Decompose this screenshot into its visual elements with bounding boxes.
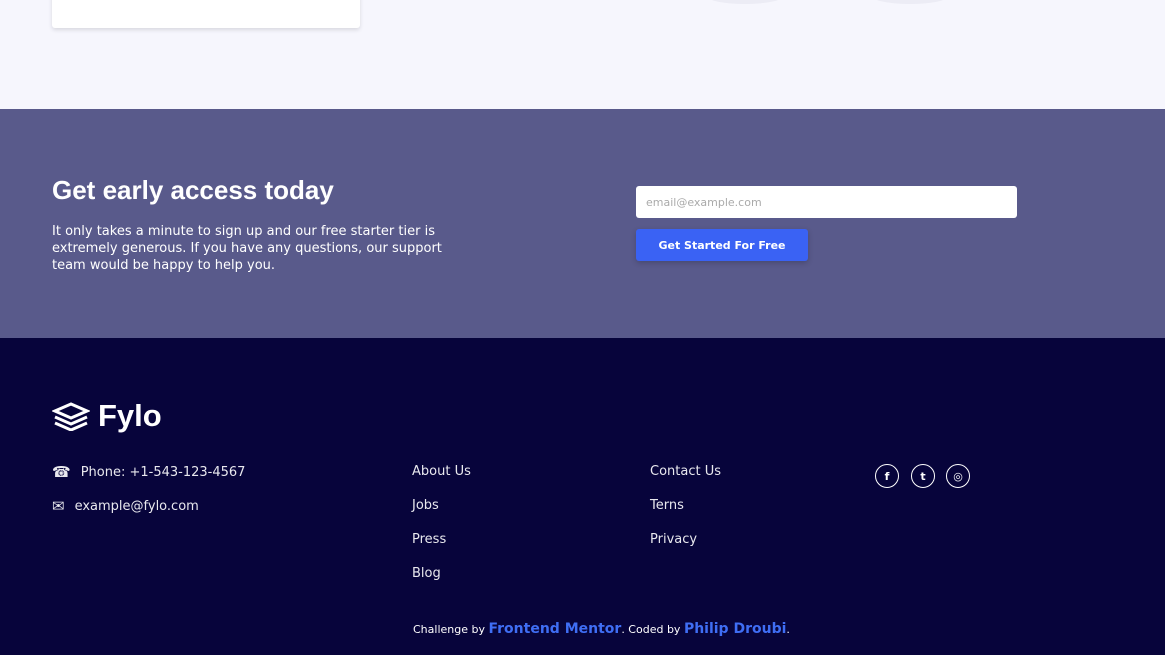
- early-access-section: Get early access today It only takes a m…: [0, 109, 1165, 338]
- phone-contact: ☎ Phone: +1-543-123-4567: [52, 463, 245, 481]
- instagram-icon[interactable]: ◎: [946, 464, 970, 488]
- decorative-shape: [870, 0, 950, 4]
- phone-icon: ☎: [52, 463, 71, 481]
- testimonial-card: [52, 0, 360, 28]
- frontend-mentor-link[interactable]: Frontend Mentor: [488, 621, 621, 637]
- phone-text: Phone: +1-543-123-4567: [80, 464, 246, 480]
- mail-icon: ✉: [52, 497, 65, 515]
- credit-prefix: Challenge by: [413, 623, 489, 636]
- footer-link-blog[interactable]: Blog: [412, 566, 441, 581]
- features-section: [0, 0, 1165, 109]
- credit-middle: . Coded by: [621, 623, 684, 636]
- email-input[interactable]: [636, 186, 1017, 218]
- attribution: Challenge by Frontend Mentor. Coded by P…: [413, 621, 790, 637]
- footer-link-press[interactable]: Press: [412, 532, 446, 547]
- email-text: example@fylo.com: [74, 498, 199, 514]
- footer-link-contact[interactable]: Contact Us: [650, 464, 721, 479]
- twitter-icon[interactable]: t: [911, 464, 935, 488]
- email-contact: ✉ example@fylo.com: [52, 497, 199, 515]
- author-link[interactable]: Philip Droubi: [684, 621, 786, 637]
- facebook-icon[interactable]: f: [875, 464, 899, 488]
- layers-icon: [52, 402, 90, 431]
- get-started-button[interactable]: Get Started For Free: [636, 229, 808, 261]
- cta-text: It only takes a minute to sign up and ou…: [52, 224, 442, 273]
- decorative-shape: [705, 0, 785, 4]
- footer-link-privacy[interactable]: Privacy: [650, 532, 697, 547]
- footer-link-jobs[interactable]: Jobs: [412, 498, 439, 513]
- credit-suffix: .: [786, 623, 790, 636]
- footer-link-terms[interactable]: Terns: [650, 498, 684, 513]
- cta-title: Get early access today: [52, 175, 334, 205]
- footer: Fylo ☎ Phone: +1-543-123-4567 ✉ example@…: [0, 338, 1165, 655]
- logo-text: Fylo: [98, 398, 162, 433]
- logo[interactable]: Fylo: [52, 398, 162, 434]
- footer-link-about[interactable]: About Us: [412, 464, 471, 479]
